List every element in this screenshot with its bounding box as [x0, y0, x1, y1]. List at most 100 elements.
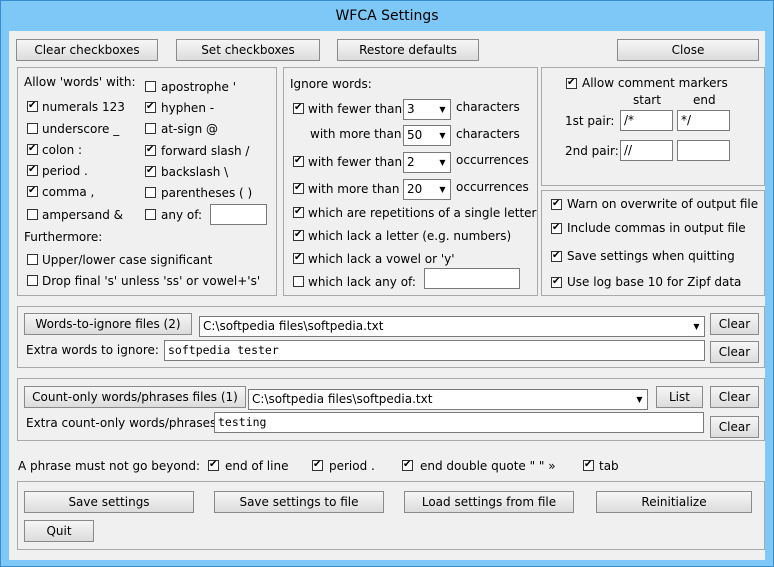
- backslash-checkbox[interactable]: [145, 164, 156, 178]
- extra-count-only-clear-button[interactable]: Clear: [710, 416, 759, 438]
- more-chars-label: with more than: [310, 127, 402, 141]
- drop-final-s-label: Drop final 's' unless 'ss' or vowel+'s': [42, 274, 261, 288]
- more-occ-select[interactable]: 20 ▼: [403, 179, 451, 200]
- count-only-path-value: C:\softpedia files\softpedia.txt: [252, 392, 433, 406]
- at-sign-checkbox[interactable]: [145, 123, 156, 134]
- lack-any-input[interactable]: [424, 268, 520, 289]
- numerals-checkbox[interactable]: [27, 99, 38, 113]
- clear-checkboxes-button[interactable]: Clear checkboxes: [16, 39, 158, 61]
- fewer-chars-select[interactable]: 3 ▼: [403, 99, 451, 120]
- double-quote-checkbox[interactable]: [402, 458, 413, 472]
- set-checkboxes-button[interactable]: Set checkboxes: [176, 39, 320, 61]
- lack-letter-checkbox[interactable]: [293, 228, 304, 242]
- parentheses-checkbox[interactable]: [145, 187, 156, 198]
- chevron-down-icon: ▼: [693, 322, 700, 331]
- phrase-period-checkbox[interactable]: [312, 458, 323, 472]
- lack-letter-label: which lack a letter (e.g. numbers): [308, 229, 512, 243]
- hyphen-label: hyphen -: [161, 101, 215, 115]
- extra-ignore-clear-button[interactable]: Clear: [710, 341, 759, 363]
- more-chars-select[interactable]: 50 ▼: [403, 125, 451, 146]
- output-options-group: Warn on overwrite of output file Include…: [541, 190, 765, 296]
- chevron-down-icon: ▼: [439, 185, 446, 194]
- more-occ-unit: occurrences: [456, 180, 529, 194]
- ignore-words-header: Ignore words:: [290, 77, 372, 91]
- save-settings-button[interactable]: Save settings: [24, 491, 194, 513]
- restore-defaults-button[interactable]: Restore defaults: [337, 39, 479, 61]
- allow-words-header: Allow 'words' with:: [24, 75, 136, 89]
- count-only-clear-button[interactable]: Clear: [710, 386, 759, 408]
- load-settings-from-file-button[interactable]: Load settings from file: [404, 491, 574, 513]
- first-pair-end-input[interactable]: */: [677, 110, 730, 131]
- settings-actions-group: Save settings Save settings to file Load…: [17, 481, 765, 550]
- more-occ-checkbox[interactable]: [293, 181, 304, 195]
- forward-slash-checkbox[interactable]: [145, 143, 156, 157]
- colon-checkbox[interactable]: [27, 142, 38, 156]
- lack-any-checkbox[interactable]: [293, 276, 304, 287]
- case-significant-checkbox[interactable]: [27, 254, 38, 265]
- period-checkbox[interactable]: [27, 163, 38, 177]
- count-only-files-group: Count-only words/phrases files (1) C:\so…: [17, 378, 765, 441]
- warn-overwrite-checkbox[interactable]: [551, 197, 562, 211]
- fewer-chars-checkbox[interactable]: [293, 101, 304, 115]
- reinitialize-button[interactable]: Reinitialize: [596, 491, 752, 513]
- save-settings-to-file-button[interactable]: Save settings to file: [214, 491, 384, 513]
- end-column-label: end: [693, 93, 716, 107]
- quit-button[interactable]: Quit: [24, 520, 94, 542]
- ignore-files-path-value: C:\softpedia files\softpedia.txt: [203, 319, 384, 333]
- tab-label: tab: [599, 459, 619, 473]
- apostrophe-label: apostrophe ': [161, 80, 236, 94]
- ampersand-checkbox[interactable]: [27, 209, 38, 220]
- ignore-files-group: Words-to-ignore files (2) C:\softpedia f…: [17, 306, 765, 368]
- save-settings-quitting-label: Save settings when quitting: [567, 249, 735, 263]
- save-settings-quitting-checkbox[interactable]: [551, 249, 562, 263]
- close-button[interactable]: Close: [617, 39, 759, 61]
- period-label: period .: [42, 164, 88, 178]
- count-only-list-button[interactable]: List: [656, 386, 703, 408]
- underscore-checkbox[interactable]: [27, 123, 38, 134]
- count-only-files-button[interactable]: Count-only words/phrases files (1): [24, 386, 246, 408]
- drop-final-s-checkbox[interactable]: [27, 275, 38, 286]
- include-commas-label: Include commas in output file: [567, 221, 746, 235]
- second-pair-label: 2nd pair:: [565, 144, 619, 158]
- ampersand-label: ampersand &: [42, 208, 123, 222]
- first-pair-start-input[interactable]: /*: [620, 110, 673, 131]
- chevron-down-icon: ▼: [439, 105, 446, 114]
- lack-vowel-checkbox[interactable]: [293, 251, 304, 265]
- allow-comment-markers-checkbox[interactable]: [566, 76, 577, 90]
- fewer-occ-checkbox[interactable]: [293, 154, 304, 168]
- comment-markers-group: Allow comment markers start end 1st pair…: [541, 67, 765, 186]
- words-to-ignore-files-button[interactable]: Words-to-ignore files (2): [24, 313, 192, 335]
- ignore-files-path-select[interactable]: C:\softpedia files\softpedia.txt ▼: [199, 316, 705, 337]
- first-pair-label: 1st pair:: [565, 114, 615, 128]
- forward-slash-label: forward slash /: [161, 144, 250, 158]
- fewer-occ-select[interactable]: 2 ▼: [403, 152, 451, 173]
- tab-checkbox[interactable]: [583, 458, 594, 472]
- chevron-down-icon: ▼: [636, 395, 643, 404]
- chevron-down-icon: ▼: [439, 131, 446, 140]
- lack-vowel-label: which lack a vowel or 'y': [308, 252, 455, 266]
- second-pair-end-input[interactable]: [677, 140, 730, 161]
- any-of-input[interactable]: [210, 204, 267, 225]
- hyphen-checkbox[interactable]: [145, 100, 156, 114]
- furthermore-label: Furthermore:: [24, 230, 103, 244]
- log-base-10-checkbox[interactable]: [551, 275, 562, 289]
- extra-ignore-label: Extra words to ignore:: [26, 343, 159, 357]
- any-of-checkbox[interactable]: [145, 209, 156, 220]
- repetitions-checkbox[interactable]: [293, 205, 304, 219]
- ignore-files-clear-button[interactable]: Clear: [710, 313, 759, 335]
- more-chars-unit: characters: [456, 127, 520, 141]
- end-of-line-checkbox[interactable]: [208, 458, 219, 472]
- apostrophe-checkbox[interactable]: [145, 81, 156, 92]
- parentheses-label: parentheses ( ): [161, 186, 253, 200]
- comma-checkbox[interactable]: [27, 184, 38, 198]
- count-only-path-select[interactable]: C:\softpedia files\softpedia.txt ▼: [248, 389, 648, 410]
- lack-any-label: which lack any of:: [308, 275, 416, 289]
- end-of-line-label: end of line: [225, 459, 289, 473]
- fewer-chars-value: 3: [407, 102, 415, 116]
- second-pair-start-input[interactable]: //: [620, 140, 673, 161]
- more-chars-value: 50: [407, 128, 423, 142]
- include-commas-checkbox[interactable]: [551, 221, 562, 235]
- extra-count-only-input[interactable]: testing: [214, 412, 704, 433]
- chevron-down-icon: ▼: [439, 158, 446, 167]
- extra-ignore-input[interactable]: softpedia tester: [164, 340, 705, 361]
